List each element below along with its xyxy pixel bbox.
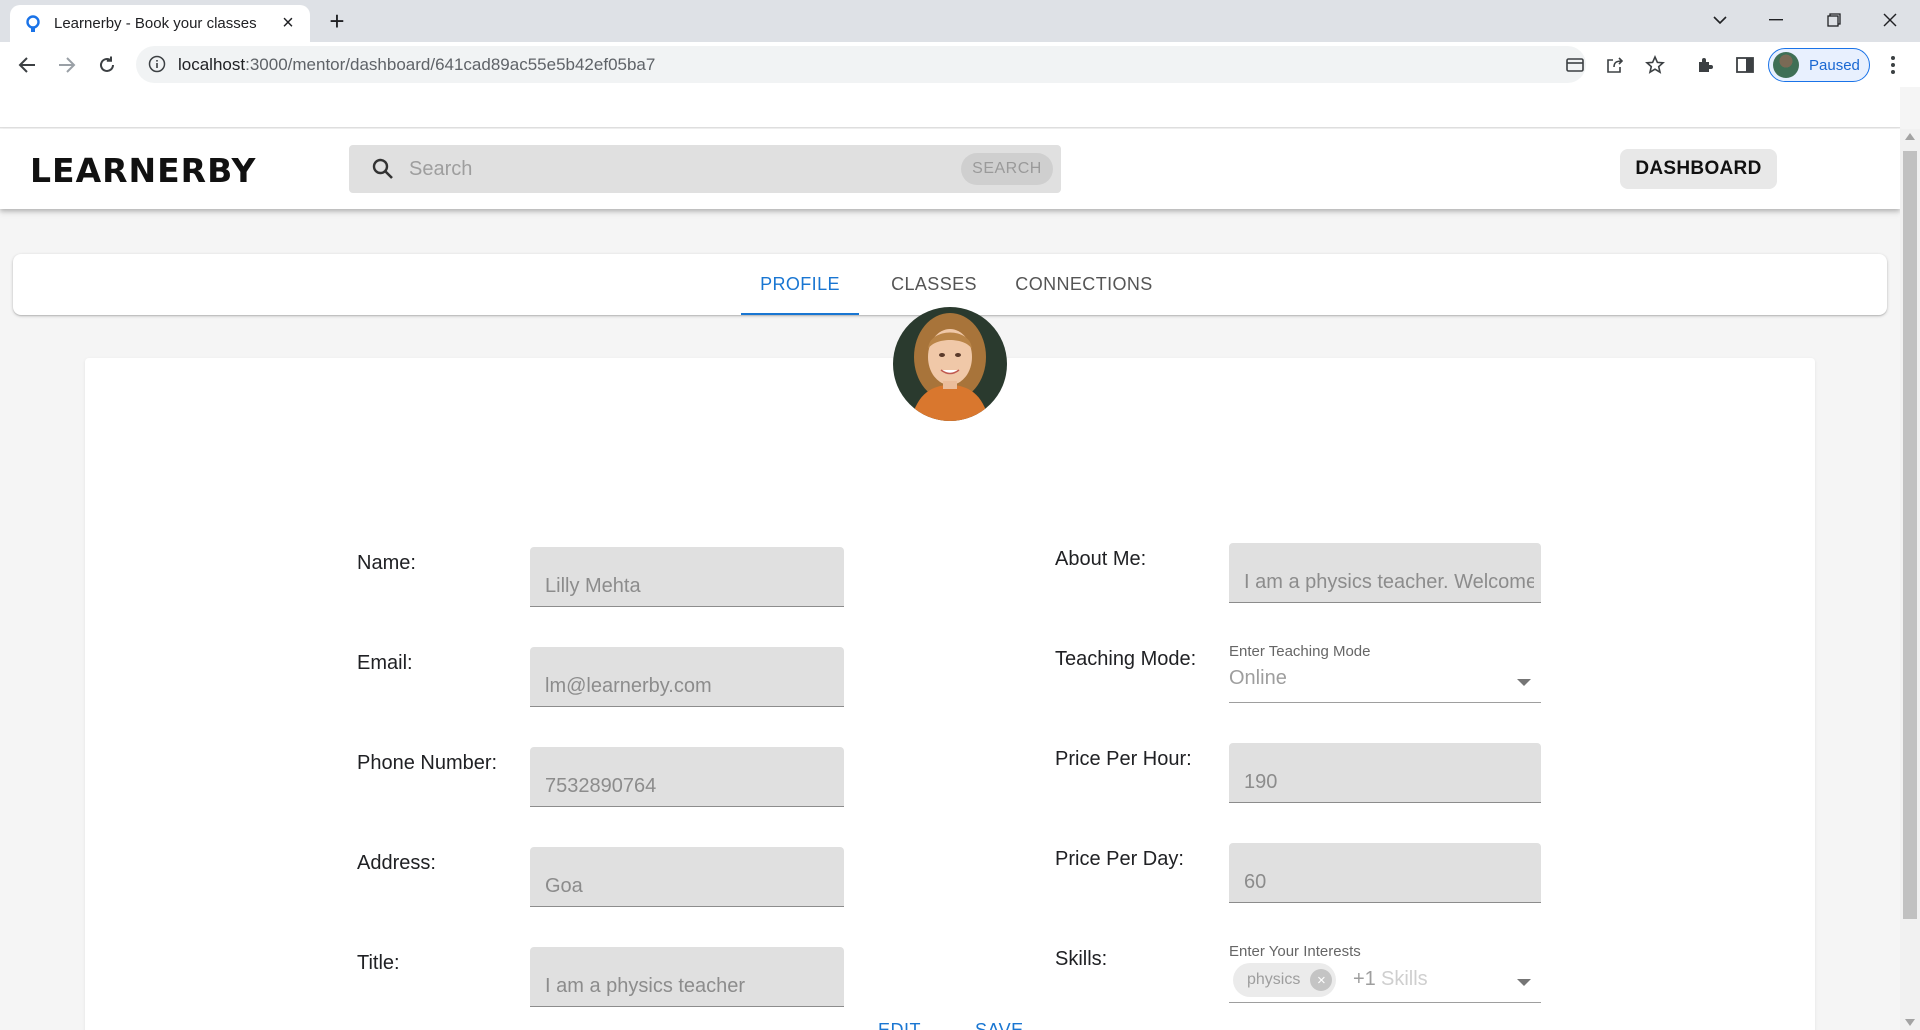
app-header: LEARNERBY SEARCH DASHBOARD	[0, 129, 1900, 209]
price-per-day-field[interactable]	[1229, 843, 1541, 903]
close-window-icon[interactable]	[1870, 6, 1910, 34]
search-input[interactable]	[409, 153, 949, 185]
url-text[interactable]: localhost:3000/mentor/dashboard/641cad89…	[178, 55, 655, 75]
chevron-down-icon[interactable]	[1517, 979, 1531, 986]
phone-label: Phone Number:	[357, 752, 498, 774]
minimize-icon[interactable]	[1756, 6, 1796, 34]
page-viewport: LEARNERBY SEARCH DASHBOARD PROFILE CLASS…	[0, 87, 1920, 1030]
price-per-hour-label: Price Per Hour:	[1055, 748, 1192, 770]
tab-connections[interactable]: CONNECTIONS	[1003, 254, 1165, 315]
name-field[interactable]	[530, 547, 844, 607]
browser-tab[interactable]: Learnerby - Book your classes ×	[10, 5, 310, 42]
teaching-mode-caption: Enter Teaching Mode	[1229, 643, 1371, 660]
profile-status: Paused	[1809, 56, 1860, 74]
name-label: Name:	[357, 552, 416, 574]
favicon-icon	[24, 14, 42, 33]
browser-tabstrip: Learnerby - Book your classes × +	[0, 0, 1920, 42]
bookmark-star-icon[interactable]	[1643, 53, 1667, 77]
chip-remove-icon[interactable]: ×	[1310, 969, 1333, 991]
site-info-icon[interactable]	[148, 55, 168, 75]
price-per-hour-input[interactable]	[1244, 769, 1534, 795]
teaching-mode-label: Teaching Mode:	[1055, 648, 1197, 670]
forward-icon[interactable]	[52, 50, 82, 80]
top-spacer	[0, 87, 1900, 128]
skills-select[interactable]: Enter Your Interests physics × +1 Skills	[1229, 943, 1541, 1003]
skills-placeholder: Skills	[1381, 968, 1428, 990]
search-icon	[371, 157, 395, 181]
chevron-down-icon[interactable]	[1517, 679, 1531, 686]
title-label: Title:	[357, 952, 400, 974]
profile-chip[interactable]: Paused	[1768, 48, 1870, 82]
page-scrollbar[interactable]	[1900, 129, 1920, 1030]
back-icon[interactable]	[12, 50, 42, 80]
scroll-down-arrow-icon[interactable]	[1905, 1019, 1915, 1026]
url-host: localhost	[178, 55, 246, 74]
restore-icon[interactable]	[1814, 6, 1854, 34]
about-me-label: About Me:	[1055, 548, 1147, 570]
profile-avatar-image[interactable]	[893, 307, 1007, 421]
share-icon[interactable]	[1603, 53, 1627, 77]
app-logo[interactable]: LEARNERBY	[30, 151, 256, 190]
profile-card	[85, 358, 1815, 1030]
search-button[interactable]: SEARCH	[961, 153, 1053, 185]
teaching-mode-value: Online	[1229, 667, 1287, 689]
tab-close-icon[interactable]: ×	[278, 12, 298, 34]
skills-more-count: +1	[1353, 968, 1376, 990]
card-icon[interactable]	[1563, 53, 1587, 77]
address-input[interactable]	[545, 873, 835, 899]
address-label: Address:	[357, 852, 436, 874]
dashboard-tabs: PROFILE CLASSES CONNECTIONS	[13, 254, 1887, 315]
tab-title: Learnerby - Book your classes	[54, 15, 257, 32]
skills-label: Skills:	[1055, 948, 1108, 970]
about-me-input[interactable]	[1244, 569, 1534, 595]
menu-kebab-icon[interactable]	[1880, 52, 1906, 78]
phone-input[interactable]	[545, 773, 835, 799]
about-me-field[interactable]	[1229, 543, 1541, 603]
dashboard-button[interactable]: DASHBOARD	[1620, 149, 1777, 189]
edit-button[interactable]: EDIT	[878, 1020, 921, 1030]
tab-search-icon[interactable]	[1700, 6, 1740, 34]
skill-chip[interactable]: physics ×	[1233, 963, 1337, 997]
address-bar[interactable]: localhost:3000/mentor/dashboard/641cad89…	[136, 46, 1665, 83]
email-field[interactable]	[530, 647, 844, 707]
extensions-icon[interactable]	[1692, 52, 1718, 78]
browser-toolbar: localhost:3000/mentor/dashboard/641cad89…	[0, 42, 1920, 87]
title-input[interactable]	[545, 973, 835, 999]
phone-field[interactable]	[530, 747, 844, 807]
side-panel-icon[interactable]	[1732, 52, 1758, 78]
teaching-mode-select[interactable]: Enter Teaching Mode Online	[1229, 643, 1541, 703]
url-path: :3000/mentor/dashboard/641cad89ac55e5b42…	[245, 55, 656, 74]
email-label: Email:	[357, 652, 413, 674]
price-per-day-label: Price Per Day:	[1055, 848, 1184, 870]
tab-profile[interactable]: PROFILE	[741, 254, 859, 315]
reload-icon[interactable]	[92, 50, 122, 80]
price-per-day-input[interactable]	[1244, 869, 1534, 895]
scroll-thumb[interactable]	[1903, 151, 1917, 919]
price-per-hour-field[interactable]	[1229, 743, 1541, 803]
title-field[interactable]	[530, 947, 844, 1007]
search-bar: SEARCH	[349, 145, 1061, 193]
profile-avatar	[1773, 52, 1799, 78]
address-field[interactable]	[530, 847, 844, 907]
tab-classes[interactable]: CLASSES	[871, 254, 997, 315]
scroll-up-arrow-icon[interactable]	[1905, 133, 1915, 140]
email-input[interactable]	[545, 673, 835, 699]
skills-caption: Enter Your Interests	[1229, 943, 1361, 960]
skill-chip-label: physics	[1247, 971, 1301, 988]
name-input[interactable]	[545, 573, 835, 599]
new-tab-icon[interactable]: +	[326, 8, 348, 34]
save-button[interactable]: SAVE	[975, 1020, 1024, 1030]
